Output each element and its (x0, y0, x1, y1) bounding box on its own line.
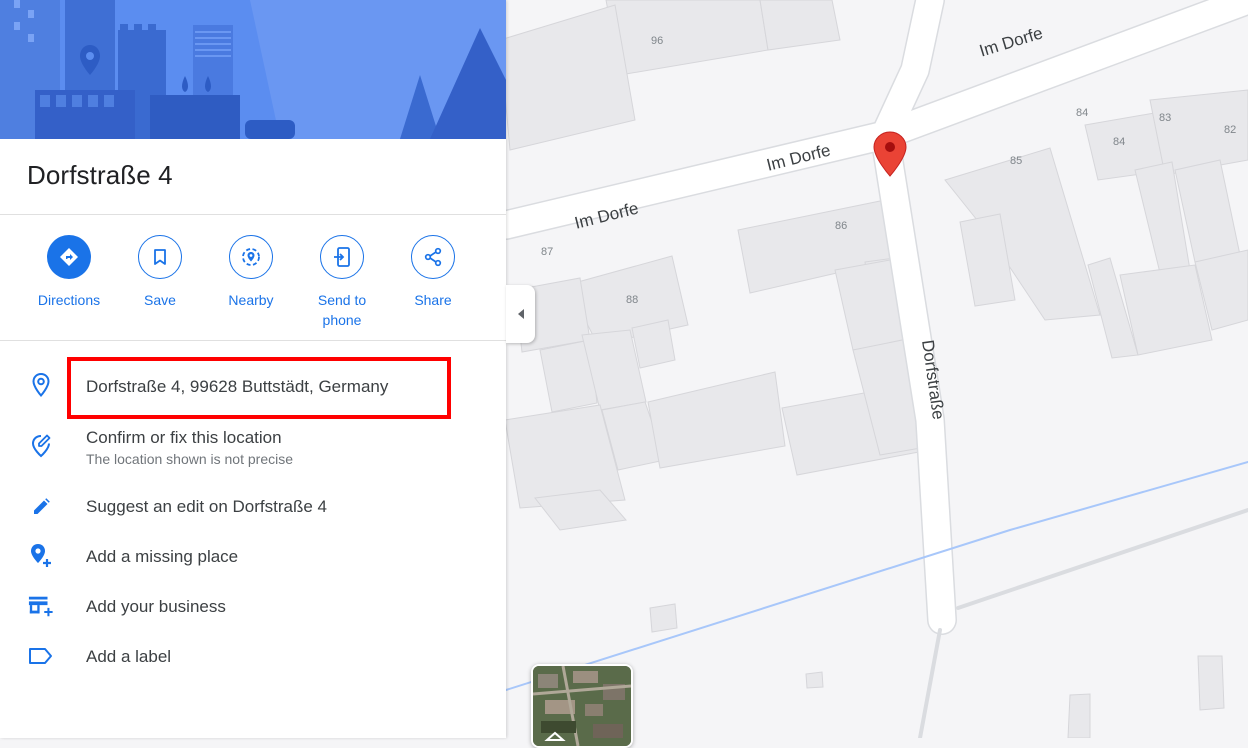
label-icon (28, 643, 54, 669)
send-to-phone-icon (320, 235, 364, 279)
add-business-icon (28, 593, 54, 619)
bookmark-icon (138, 235, 182, 279)
add-label-text: Add a label (86, 647, 172, 666)
satellite-thumbnail (533, 666, 631, 746)
house-number: 88 (626, 294, 639, 306)
confirm-location-subtitle: The location shown is not precise (86, 451, 293, 467)
directions-button[interactable]: Directions (24, 235, 114, 310)
save-label: Save (144, 292, 176, 308)
collapse-panel-button[interactable] (506, 285, 535, 343)
house-number: 85 (1010, 155, 1023, 167)
house-number: 83 (1159, 112, 1172, 124)
add-missing-place-row[interactable]: Add a missing place (0, 543, 506, 573)
nearby-button[interactable]: Nearby (206, 235, 296, 310)
add-missing-place-text: Add a missing place (86, 547, 239, 566)
house-number: 96 (651, 35, 664, 47)
share-button[interactable]: Share (388, 235, 478, 310)
house-number: 82 (1224, 124, 1237, 136)
highlight-box (67, 357, 451, 419)
suggest-edit-text: Suggest an edit on Dorfstraße 4 (86, 497, 327, 516)
send-to-phone-button[interactable]: Send to phone (297, 235, 387, 330)
divider (0, 214, 506, 215)
location-pin-icon[interactable] (872, 130, 908, 178)
confirm-location-row[interactable]: Confirm or fix this location The locatio… (0, 426, 506, 470)
house-number: 86 (835, 220, 848, 232)
directions-label: Directions (37, 292, 101, 308)
share-icon (411, 235, 455, 279)
house-number: 87 (541, 246, 554, 258)
hero-illustration (0, 0, 506, 139)
share-label: Share (414, 292, 452, 308)
house-number: 84 (1113, 136, 1126, 148)
city-illustration (0, 0, 506, 139)
nearby-icon (229, 235, 273, 279)
add-business-text: Add your business (86, 597, 226, 616)
divider (0, 340, 506, 341)
suggest-edit-row[interactable]: Suggest an edit on Dorfstraße 4 (0, 493, 506, 523)
save-button[interactable]: Save (115, 235, 205, 310)
confirm-location-title: Confirm or fix this location (86, 428, 282, 447)
page-title: Dorfstraße 4 (27, 160, 173, 190)
house-number: 84 (1076, 107, 1089, 119)
caret-left-icon (517, 309, 524, 319)
layers-button[interactable] (531, 664, 633, 748)
nearby-label: Nearby (228, 292, 274, 308)
place-panel: Dorfstraße 4 Directions Save Nearby Send… (0, 0, 506, 738)
add-label-row[interactable]: Add a label (0, 643, 506, 673)
place-pin-icon (28, 372, 54, 398)
directions-icon (47, 235, 91, 279)
send-to-phone-label: Send to phone (317, 292, 367, 328)
add-place-icon (28, 543, 54, 569)
pencil-icon (28, 494, 54, 520)
add-business-row[interactable]: Add your business (0, 593, 506, 623)
edit-location-icon (28, 432, 54, 458)
